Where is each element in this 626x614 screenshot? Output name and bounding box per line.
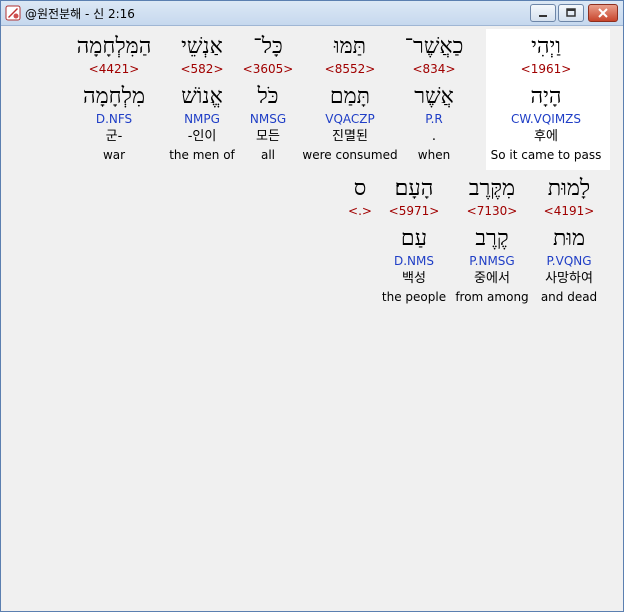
korean-gloss: 군- (105, 129, 123, 144)
parsing-code: CW.VQIMZS (510, 112, 582, 126)
word-block[interactable]: וַיְהִי <1961> הָיָה CW.VQIMZS 후에 So it … (481, 33, 611, 162)
parsing-code (295, 253, 425, 271)
maximize-button[interactable] (558, 4, 584, 22)
parsing-pane: וַיְהִי <1961> הָיָה CW.VQIMZS 후에 So it … (9, 29, 615, 605)
english-gloss: So it came to pass (490, 148, 602, 162)
korean-gloss (295, 271, 425, 290)
word-block[interactable]: הַמִּלְחָמָה <4421> מִלְחָמָה D.NFS 군- w… (49, 33, 179, 162)
title-bar[interactable]: @원전분해 - 신 2:16 (1, 1, 623, 26)
lemma (295, 225, 425, 253)
hebrew-word: ס (353, 176, 367, 201)
word-block[interactable]: ס <.> (295, 175, 425, 304)
lemma: הָיָה (530, 84, 562, 109)
close-button[interactable] (588, 4, 618, 22)
strong-number[interactable]: <.> (295, 203, 425, 221)
english-gloss: war (102, 148, 126, 162)
strong-number[interactable]: <4421> (49, 61, 179, 79)
minimize-icon (539, 15, 547, 17)
strong-number[interactable]: <1961> (481, 61, 611, 79)
app-logo-icon (5, 5, 21, 21)
parsing-code: D.NFS (95, 112, 133, 126)
minimize-button[interactable] (530, 4, 556, 22)
app-window: @원전분해 - 신 2:16 וַיְהִי <1961> הָיָה CW.V… (0, 0, 624, 612)
maximize-icon (566, 8, 576, 17)
korean-gloss: 후에 (534, 129, 558, 144)
close-icon (598, 8, 608, 18)
english-gloss (295, 290, 425, 304)
hebrew-word: וַיְהִי (531, 34, 561, 59)
hebrew-word: הַמִּלְחָמָה (76, 34, 152, 59)
lemma: מִלְחָמָה (82, 84, 146, 109)
window-title: @원전분해 - 신 2:16 (25, 7, 135, 21)
